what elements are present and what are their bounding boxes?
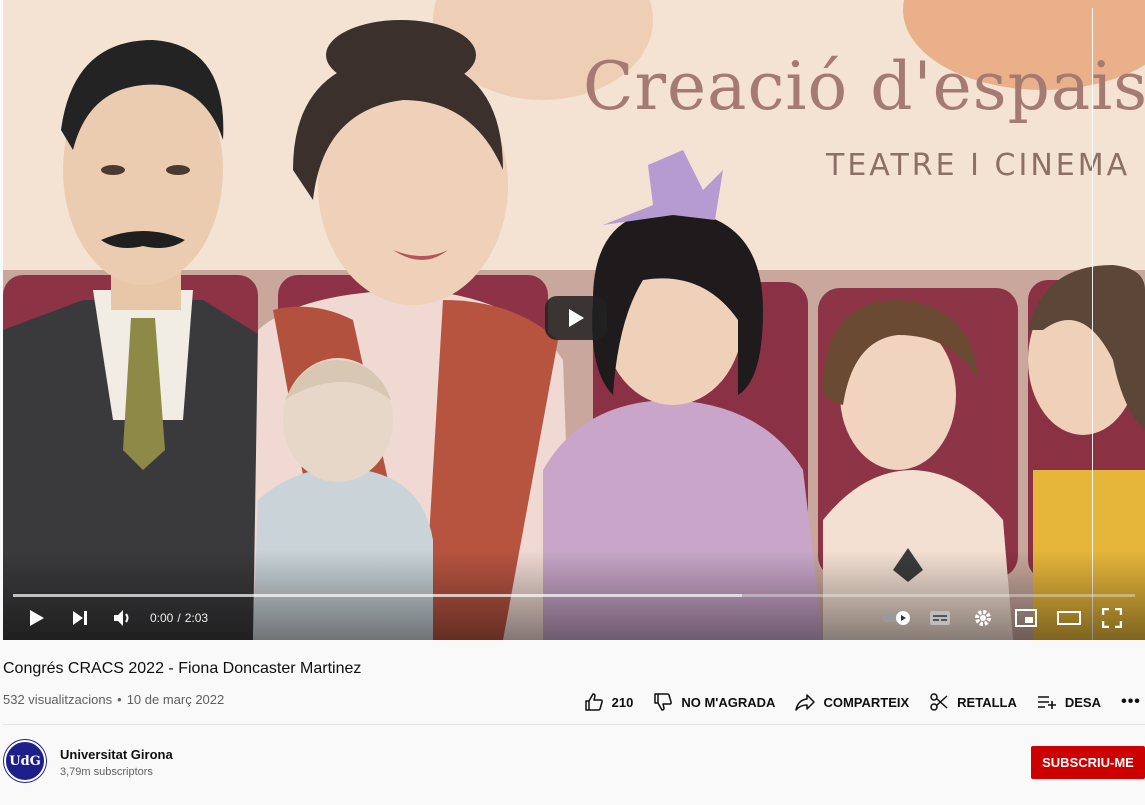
- slide-title: Creació d'espais: [583, 48, 1145, 125]
- video-player[interactable]: Creació d'espais TEATRE I CINEMA 0:00 / …: [3, 0, 1145, 640]
- like-button[interactable]: 210: [584, 692, 634, 712]
- miniplayer-button[interactable]: [1004, 600, 1047, 636]
- fullscreen-button[interactable]: [1090, 600, 1133, 636]
- save-label: DESA: [1064, 694, 1101, 710]
- large-play-button[interactable]: [545, 296, 607, 340]
- separator-dot: •: [117, 692, 122, 707]
- theater-icon: [1056, 611, 1081, 625]
- slide-subtitle: TEATRE I CINEMA: [826, 148, 1131, 183]
- dislike-label: NO M'AGRADA: [681, 694, 776, 710]
- channel-name[interactable]: Universitat Girona: [60, 747, 173, 762]
- dislike-button[interactable]: NO M'AGRADA: [653, 692, 775, 712]
- share-icon: [795, 694, 816, 711]
- share-label: COMPARTEIX: [823, 694, 910, 710]
- next-icon: [72, 611, 87, 625]
- clip-button[interactable]: RETALLA: [929, 692, 1017, 712]
- next-button[interactable]: [58, 600, 101, 636]
- video-title: Congrés CRACS 2022 - Fiona Doncaster Mar…: [3, 660, 362, 677]
- subscriber-count: 3,79m subscriptors: [60, 766, 153, 778]
- autoplay-toggle-icon: [881, 611, 910, 625]
- controls-left: 0:00/2:03: [15, 600, 208, 636]
- avatar-logo-text: UdG: [9, 753, 41, 769]
- view-count: 532 visualitzacions: [3, 692, 113, 707]
- settings-icon: [974, 610, 991, 626]
- time-display: 0:00/2:03: [150, 611, 208, 625]
- controls-right: [875, 600, 1133, 636]
- divider-line: [1092, 8, 1093, 640]
- time-separator: /: [177, 611, 181, 625]
- play-button[interactable]: [15, 600, 58, 636]
- video-actions: 210 NO M'AGRADA COMPARTEIX RETALLA DESA …: [564, 690, 1145, 714]
- share-button[interactable]: COMPARTEIX: [795, 692, 909, 712]
- video-info: 532 visualitzacions • 10 de març 2022: [3, 692, 224, 707]
- mute-button[interactable]: [101, 600, 144, 636]
- current-time: 0:00: [150, 611, 174, 625]
- thumbs-down-icon: [654, 693, 673, 711]
- subtitles-icon: [929, 611, 950, 625]
- play-icon: [569, 309, 584, 327]
- volume-icon: [113, 610, 128, 626]
- progress-bar[interactable]: [13, 594, 1135, 597]
- watch-page: Creació d'espais TEATRE I CINEMA 0:00 / …: [0, 0, 1145, 805]
- player-controls: 0:00/2:03: [3, 600, 1145, 636]
- progress-loaded: [13, 594, 743, 597]
- more-actions-button[interactable]: •••: [1117, 693, 1145, 711]
- autoplay-toggle[interactable]: [875, 600, 918, 636]
- more-icon: •••: [1121, 693, 1141, 710]
- settings-button[interactable]: [961, 600, 1004, 636]
- channel-avatar[interactable]: UdG: [4, 740, 46, 782]
- clip-label: RETALLA: [957, 694, 1017, 710]
- section-divider: [3, 724, 1145, 725]
- subtitles-button[interactable]: [918, 600, 961, 636]
- subscribe-button[interactable]: SUBSCRIU-ME: [1031, 746, 1145, 779]
- fullscreen-icon: [1101, 608, 1122, 628]
- upload-date: 10 de març 2022: [126, 692, 225, 707]
- save-button[interactable]: DESA: [1037, 692, 1101, 712]
- play-icon: [29, 610, 44, 626]
- save-playlist-icon: [1037, 696, 1056, 709]
- scissors-icon: [930, 693, 948, 711]
- like-count: 210: [611, 694, 634, 710]
- miniplayer-icon: [1014, 609, 1037, 627]
- duration: 2:03: [184, 611, 209, 625]
- theater-mode-button[interactable]: [1047, 600, 1090, 636]
- thumbs-up-icon: [584, 693, 603, 711]
